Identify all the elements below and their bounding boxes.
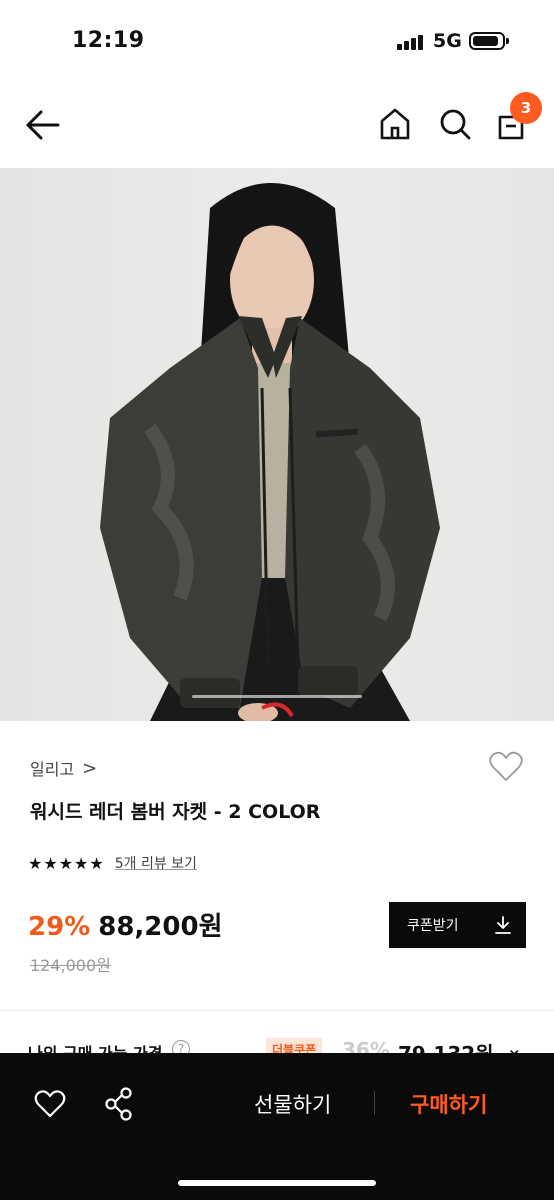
network-type: 5G [433,30,462,52]
battery-level [473,36,499,46]
heart-icon[interactable] [34,1089,66,1119]
discount-rate: 29% [28,912,91,942]
home-indicator[interactable] [178,1180,376,1186]
battery-tip [506,38,509,44]
brand-name: 일리고 [30,760,75,779]
jacket-left-shape [100,318,262,708]
cart-count-badge[interactable]: 3 [510,92,542,124]
battery-icon [469,32,505,50]
chevron-right-icon: > [82,757,98,779]
product-image[interactable] [0,168,554,721]
brand-link[interactable]: 일리고 > [30,756,97,780]
status-time: 12:19 [72,28,145,53]
buy-button[interactable]: 구매하기 [410,1089,487,1119]
share-icon[interactable] [104,1087,134,1121]
arrow-left-icon[interactable] [24,108,62,142]
download-icon [495,916,511,934]
rating-row: ★★★★★ 5개 리뷰 보기 [28,853,197,873]
sale-price: 88,200원 [98,912,223,942]
price-row: 29% 88,200원 [28,906,223,943]
star-rating-icon: ★★★★★ [28,853,105,873]
home-icon[interactable] [378,106,412,142]
section-divider [0,1010,554,1011]
coupon-download-button[interactable]: 쿠폰받기 [389,902,526,948]
status-bar: 12:19 5G [0,0,554,82]
product-photo-illustration [100,183,440,721]
bottom-action-bar: 선물하기 구매하기 [0,1053,554,1200]
gift-button[interactable]: 선물하기 [254,1089,331,1119]
image-scroll-indicator [192,695,362,698]
top-nav [0,82,554,168]
product-title: 워시드 레더 봄버 자켓 - 2 COLOR [30,801,321,823]
cellular-signal-icon [397,34,425,50]
action-divider [374,1091,375,1115]
jacket-right-shape [285,318,440,708]
review-link[interactable]: 5개 리뷰 보기 [115,853,197,873]
search-icon[interactable] [438,106,472,142]
coupon-button-label: 쿠폰받기 [407,918,459,934]
heart-outline-icon[interactable] [488,750,524,784]
original-price: 124,000원 [30,956,111,975]
